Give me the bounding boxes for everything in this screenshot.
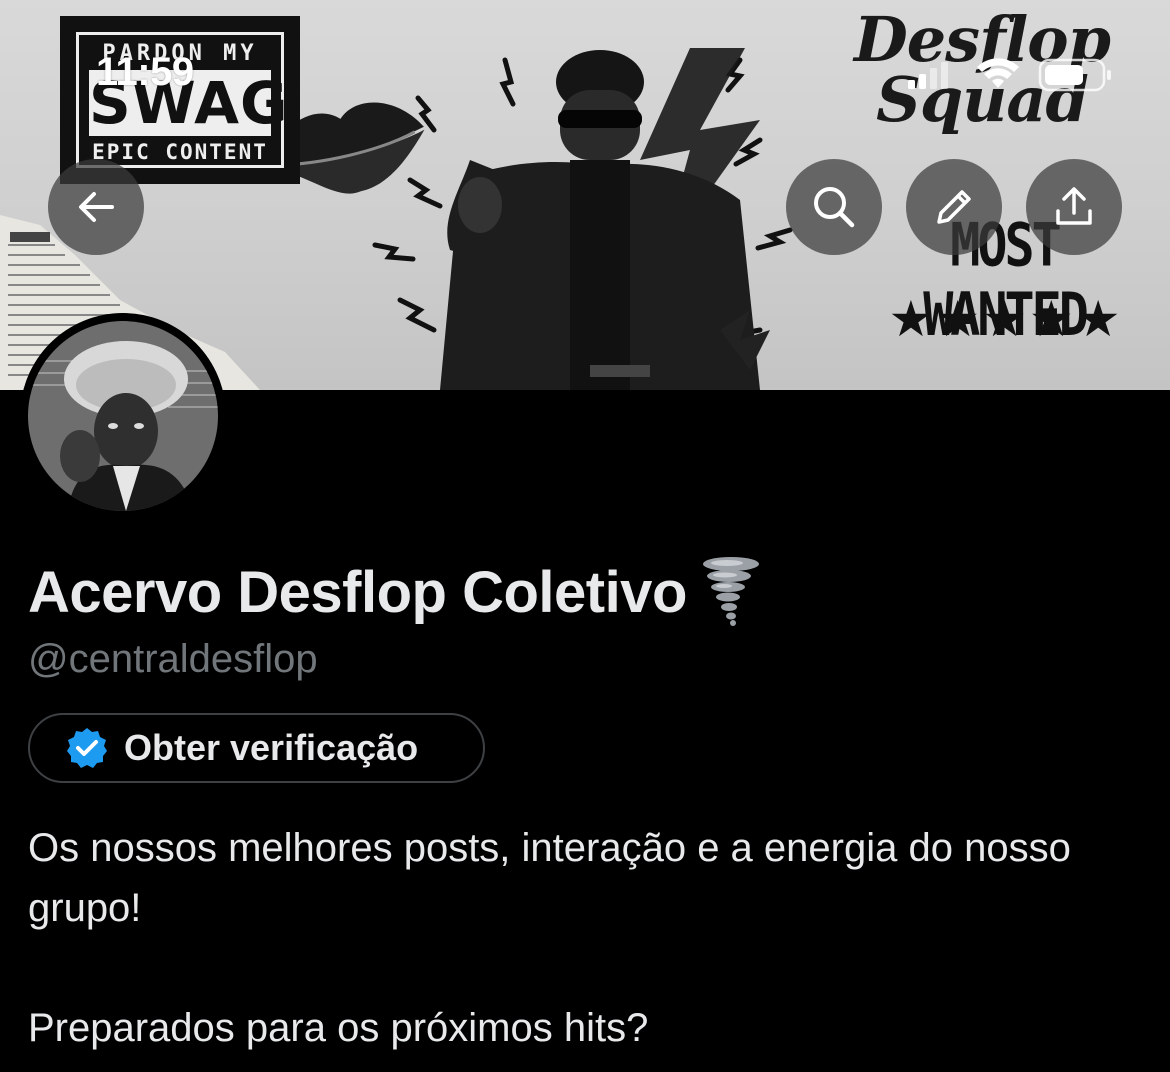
avatar[interactable] [20, 313, 226, 519]
share-icon [1056, 187, 1092, 225]
back-button[interactable] [48, 159, 144, 255]
tornado-icon [702, 557, 759, 626]
wifi-icon [977, 58, 1019, 88]
edit-button[interactable] [906, 159, 1002, 255]
pencil-icon [937, 190, 971, 224]
search-icon [814, 187, 855, 228]
display-name-row: Acervo Desflop Coletivo [28, 552, 763, 632]
profile-handle: @centraldesflop [28, 637, 318, 681]
arrow-left-icon [79, 192, 114, 222]
signal-icon [908, 62, 948, 89]
search-button[interactable] [786, 159, 882, 255]
status-time: 11:59 [96, 50, 194, 94]
five-stars: ★★★★★ [888, 290, 1123, 348]
status-icons [908, 58, 1111, 92]
display-name: Acervo Desflop Coletivo [28, 559, 687, 625]
get-verified-button[interactable]: Obter verificação [28, 713, 485, 783]
get-verified-label: Obter verificação [124, 727, 419, 768]
profile-bio: Os nossos melhores posts, interação e a … [28, 826, 1071, 930]
battery-icon [1038, 58, 1111, 92]
profile-bio-second-paragraph: Preparados para os próximos hits? [28, 1006, 649, 1050]
avatar-image [28, 321, 218, 511]
share-button[interactable] [1026, 159, 1122, 255]
verified-badge-icon [67, 728, 107, 768]
